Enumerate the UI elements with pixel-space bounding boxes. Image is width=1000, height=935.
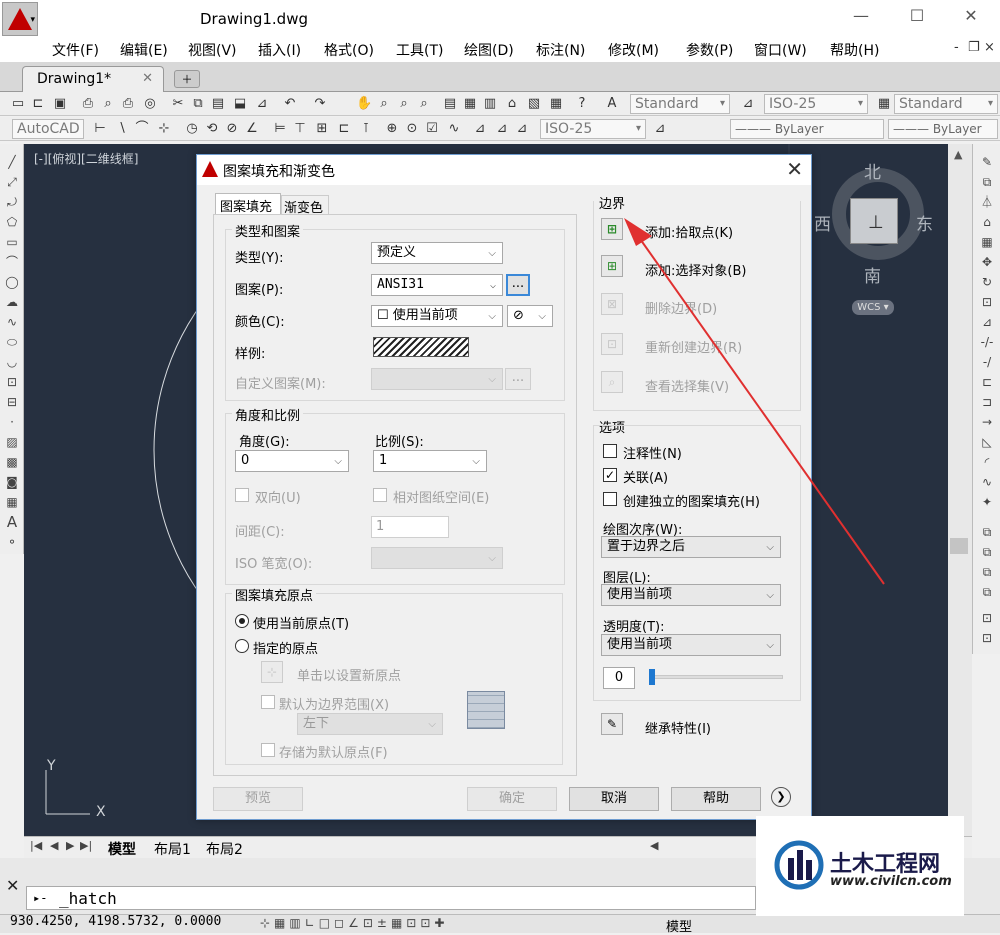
annotation-arrow: [624, 218, 885, 585]
arrow-head: [624, 218, 652, 246]
watermark-logo: 土木工程网 www.civilcn.com: [756, 816, 964, 916]
watermark-url: www.civilcn.com: [830, 874, 952, 889]
watermark-emblem-icon: [774, 840, 824, 890]
arrow-line: [637, 235, 885, 585]
